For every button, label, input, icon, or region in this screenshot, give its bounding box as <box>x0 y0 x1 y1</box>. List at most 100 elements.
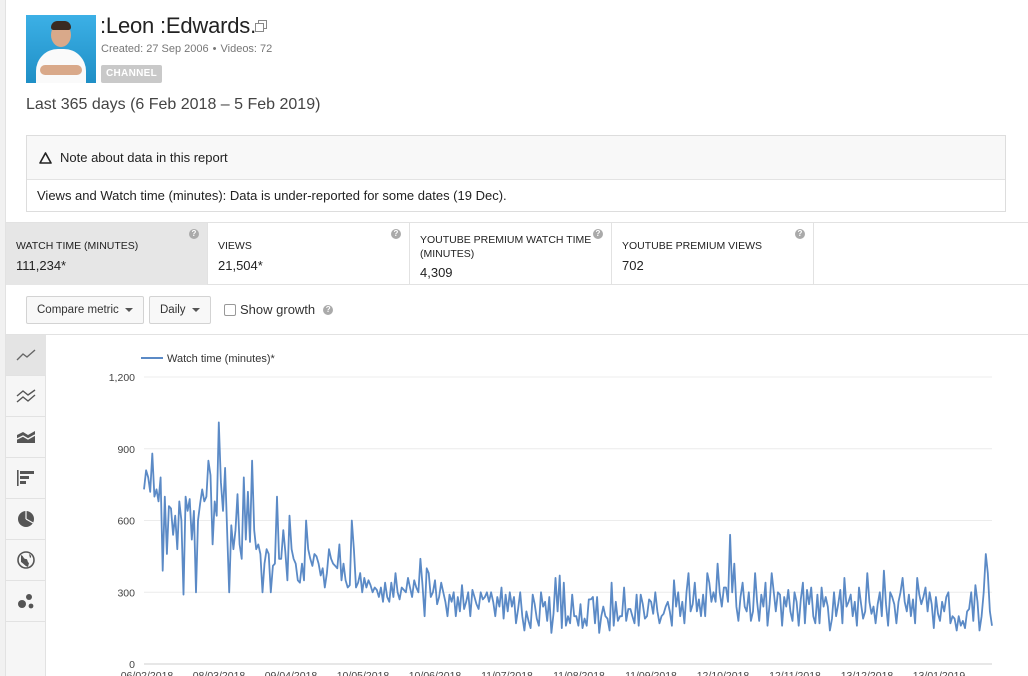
data-point <box>954 618 956 620</box>
metric-tab-watch-time[interactable]: ? WATCH TIME (MINUTES) 111,234* <box>6 223 208 285</box>
data-point <box>773 591 775 593</box>
copy-icon[interactable] <box>255 20 267 32</box>
help-icon[interactable]: ? <box>795 229 805 239</box>
data-point <box>532 594 534 596</box>
data-point <box>785 606 787 608</box>
data-point <box>669 610 671 612</box>
data-point <box>548 596 550 598</box>
data-point <box>819 622 821 624</box>
data-point <box>365 587 367 589</box>
metric-tab-premium-watch-time[interactable]: ? YOUTUBE PREMIUM WATCH TIME (MINUTES) 4… <box>410 223 612 285</box>
show-growth-checkbox[interactable] <box>224 303 236 316</box>
data-point <box>415 587 417 589</box>
data-point <box>172 534 174 536</box>
channel-name[interactable]: :Leon :Edwards. <box>100 13 256 39</box>
data-point <box>455 615 457 617</box>
x-tick-label: 11/09/2018 <box>625 670 677 676</box>
data-point <box>515 622 517 624</box>
data-point <box>216 515 218 517</box>
data-point <box>220 481 222 483</box>
data-point <box>266 548 268 550</box>
line-chart-button[interactable] <box>6 335 46 376</box>
bar-chart-button[interactable] <box>6 458 46 499</box>
line-chart-icon <box>16 349 36 361</box>
data-point <box>492 601 494 603</box>
channel-avatar[interactable] <box>26 15 96 83</box>
data-point <box>178 500 180 502</box>
created-date: Created: 27 Sep 2006 <box>101 43 209 55</box>
data-point <box>929 591 931 593</box>
data-point <box>733 563 735 565</box>
data-point <box>710 601 712 603</box>
data-point <box>521 615 523 617</box>
data-point <box>503 618 505 620</box>
data-point <box>484 596 486 598</box>
data-point <box>750 620 752 622</box>
data-point <box>904 601 906 603</box>
data-point <box>305 520 307 522</box>
data-point <box>249 541 251 543</box>
data-point <box>257 543 259 545</box>
data-point <box>719 591 721 593</box>
map-chart-button[interactable] <box>6 540 46 581</box>
metric-value: 21,504* <box>218 258 263 273</box>
data-point <box>422 584 424 586</box>
data-point <box>459 610 461 612</box>
data-point <box>289 515 291 517</box>
pie-chart-button[interactable] <box>6 499 46 540</box>
bar-chart-icon <box>17 470 34 486</box>
data-point <box>299 582 301 584</box>
data-point <box>947 591 949 593</box>
data-point <box>486 591 488 593</box>
data-point <box>189 498 191 500</box>
show-growth-label: Show growth <box>240 302 316 317</box>
metric-label: YOUTUBE PREMIUM VIEWS <box>622 240 763 252</box>
data-point <box>251 460 253 462</box>
help-icon[interactable]: ? <box>593 229 603 239</box>
data-point <box>559 575 561 577</box>
data-point <box>280 558 282 560</box>
data-point <box>363 577 365 579</box>
data-point <box>330 558 332 560</box>
bubble-chart-button[interactable] <box>6 581 46 622</box>
data-point <box>413 579 415 581</box>
help-icon[interactable]: ? <box>323 304 334 315</box>
multi-line-chart-button[interactable] <box>6 376 46 417</box>
data-point <box>922 596 924 598</box>
data-point <box>426 567 428 569</box>
data-point <box>979 630 981 632</box>
help-icon[interactable]: ? <box>391 229 401 239</box>
metric-value: 111,234* <box>16 258 67 273</box>
data-point <box>235 529 237 531</box>
show-growth-toggle[interactable]: Show growth ? <box>224 302 334 317</box>
data-point <box>195 591 197 593</box>
compare-metric-dropdown[interactable]: Compare metric <box>26 296 144 324</box>
data-point <box>590 598 592 600</box>
data-point <box>877 603 879 605</box>
data-point <box>264 563 266 565</box>
granularity-dropdown[interactable]: Daily <box>149 296 211 324</box>
metric-tab-premium-views[interactable]: ? YOUTUBE PREMIUM VIEWS 702 <box>612 223 814 285</box>
data-point <box>629 608 631 610</box>
data-point <box>667 601 669 603</box>
data-point <box>802 582 804 584</box>
data-point <box>214 500 216 502</box>
help-icon[interactable]: ? <box>189 229 199 239</box>
data-point <box>742 582 744 584</box>
data-point <box>496 596 498 598</box>
data-point <box>898 601 900 603</box>
data-point <box>631 615 633 617</box>
metric-tab-views[interactable]: ? VIEWS 21,504* <box>208 223 410 285</box>
data-point <box>823 606 825 608</box>
data-point <box>478 608 480 610</box>
stacked-area-chart-button[interactable] <box>6 417 46 458</box>
data-point <box>403 589 405 591</box>
data-point <box>469 615 471 617</box>
data-point <box>856 625 858 627</box>
data-point <box>191 539 193 541</box>
watch-time-chart: Watch time (minutes)* 1,200900600300006/… <box>109 353 993 676</box>
x-tick-label: 09/04/2018 <box>265 670 318 676</box>
data-point <box>740 596 742 598</box>
data-point <box>864 610 866 612</box>
data-point <box>528 620 530 622</box>
